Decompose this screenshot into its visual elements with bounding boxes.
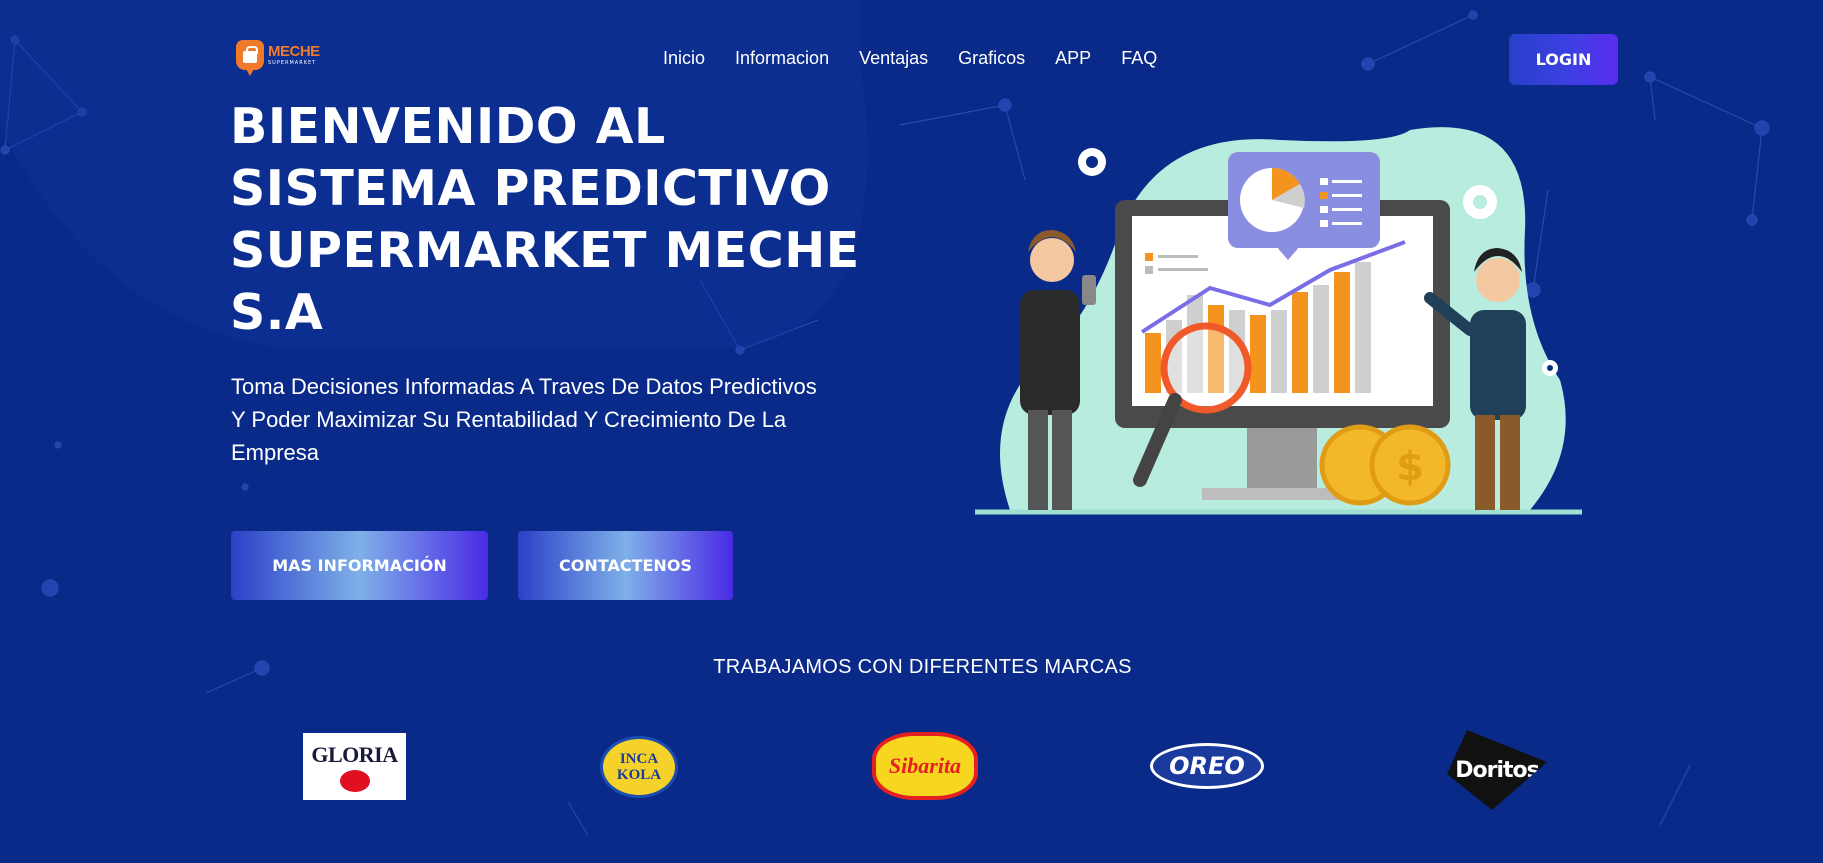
- gloria-flower-icon: [339, 769, 370, 792]
- hero-title-line: SUPERMARKET MECHE: [230, 222, 860, 279]
- nav-link-inicio[interactable]: Inicio: [663, 48, 705, 69]
- logo-subtitle: SUPERMARKET: [268, 60, 317, 66]
- pie-chart-card: [1228, 152, 1380, 260]
- shopping-bag-icon: [236, 40, 264, 76]
- brand-logo-oreo: OREO: [1150, 743, 1264, 789]
- brand-name: GLORIA: [311, 741, 398, 767]
- nav-link-app[interactable]: APP: [1055, 48, 1091, 69]
- coins-icon: $: [1319, 424, 1451, 506]
- brand-name: OREO: [1169, 752, 1245, 780]
- hero-title: BIENVENIDO AL SISTEMA PREDICTIVO SUPERMA…: [230, 96, 920, 344]
- hero-subtitle-line: Y Poder Maximizar Su Rentabilidad Y Crec…: [231, 407, 787, 432]
- nav-link-informacion[interactable]: Informacion: [735, 48, 829, 69]
- contact-button[interactable]: CONTACTENOS: [518, 531, 733, 600]
- hero-title-line: SISTEMA PREDICTIVO: [230, 160, 831, 217]
- brand-logo-inca-kola: INCA KOLA: [600, 736, 678, 798]
- brand-logo-sibarita: Sibarita: [872, 732, 978, 800]
- nav-link-graficos[interactable]: Graficos: [958, 48, 1025, 69]
- brand-logo-gloria: GLORIA: [303, 733, 406, 800]
- login-button[interactable]: LOGIN: [1509, 34, 1618, 85]
- brand-name: Sibarita: [888, 753, 962, 778]
- nav-link-ventajas[interactable]: Ventajas: [859, 48, 928, 69]
- main-nav: Inicio Informacion Ventajas Graficos APP…: [663, 48, 1157, 69]
- analytics-illustration: $: [975, 127, 1582, 515]
- hero-subtitle-line: Toma Decisiones Informadas A Traves De D…: [231, 374, 817, 399]
- hero-subtitle-line: Empresa: [231, 440, 320, 465]
- more-info-button[interactable]: MAS INFORMACIÓN: [231, 531, 488, 600]
- brand-name: INCA KOLA: [616, 751, 662, 783]
- brands-heading: TRABAJAMOS CON DIFERENTES MARCAS: [713, 656, 1132, 678]
- svg-text:$: $: [1396, 444, 1424, 490]
- brand-name: Doritos: [1455, 757, 1539, 783]
- hero-subtitle: Toma Decisiones Informadas A Traves De D…: [231, 370, 931, 469]
- meche-logo[interactable]: MECHE SUPERMARKET: [236, 40, 320, 76]
- logo-name: MECHE: [268, 43, 320, 60]
- nav-link-faq[interactable]: FAQ: [1121, 48, 1157, 69]
- hero-title-line: S.A: [230, 284, 324, 341]
- hero-title-line: BIENVENIDO AL: [230, 98, 666, 155]
